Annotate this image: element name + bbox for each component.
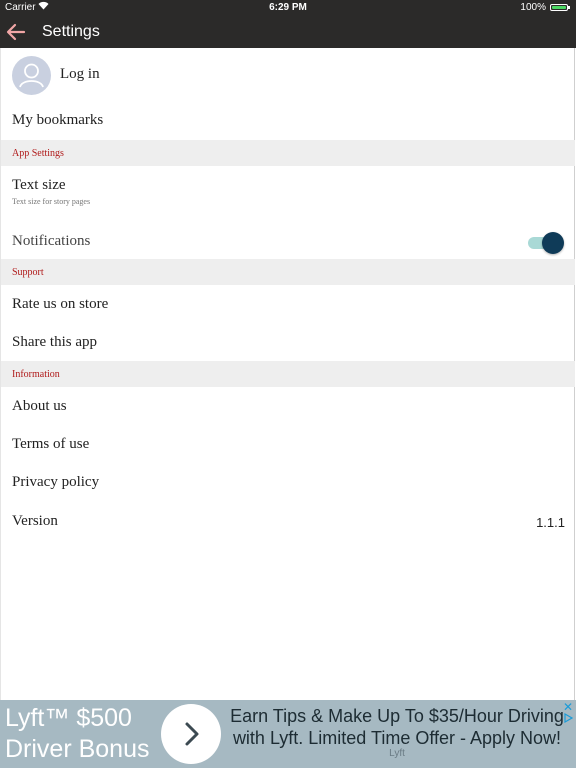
- ad-brand: Lyft™ $500 Driver Bonus: [5, 704, 150, 763]
- share-row[interactable]: Share this app: [1, 323, 575, 361]
- section-information: Information: [1, 361, 575, 387]
- arrow-left-icon: [6, 23, 26, 41]
- about-row[interactable]: About us: [1, 387, 575, 425]
- battery-icon: [550, 4, 570, 11]
- section-title: Support: [12, 267, 44, 278]
- rate-label: Rate us on store: [12, 296, 109, 312]
- settings-list: Log in My bookmarks App Settings Text si…: [0, 48, 575, 700]
- text-size-row[interactable]: Text size Text size for story pages: [1, 166, 575, 218]
- terms-label: Terms of use: [12, 436, 90, 452]
- notifications-toggle[interactable]: [526, 232, 566, 254]
- section-app-settings: App Settings: [1, 140, 575, 166]
- login-row[interactable]: Log in: [1, 48, 575, 102]
- privacy-row[interactable]: Privacy policy: [1, 463, 575, 501]
- status-time: 6:29 PM: [269, 2, 307, 13]
- adchoices-icon[interactable]: [563, 713, 573, 723]
- notifications-label: Notifications: [12, 233, 91, 249]
- text-size-label: Text size: [12, 177, 66, 193]
- section-support: Support: [1, 259, 575, 285]
- ad-banner[interactable]: Lyft™ $500 Driver Bonus Earn Tips & Make…: [0, 700, 576, 768]
- version-row: Version 1.1.1: [1, 501, 575, 539]
- section-title: App Settings: [12, 148, 64, 159]
- rate-row[interactable]: Rate us on store: [1, 285, 575, 323]
- share-label: Share this app: [12, 334, 97, 350]
- status-bar: Carrier 6:29 PM 100%: [0, 0, 576, 16]
- notifications-row: Notifications: [1, 223, 575, 259]
- section-title: Information: [12, 369, 60, 380]
- privacy-label: Privacy policy: [12, 474, 100, 490]
- ad-headline: Earn Tips & Make Up To $35/Hour Driving …: [230, 706, 564, 748]
- nav-bar: Settings: [0, 16, 576, 48]
- ad-advertiser: Lyft: [389, 748, 405, 759]
- bookmarks-row[interactable]: My bookmarks: [1, 102, 575, 140]
- version-value: 1.1.1: [536, 515, 565, 530]
- user-avatar-icon: [12, 56, 51, 95]
- page-title: Settings: [42, 23, 100, 40]
- about-label: About us: [12, 398, 67, 414]
- terms-row[interactable]: Terms of use: [1, 425, 575, 463]
- ad-open-button[interactable]: [161, 704, 221, 764]
- version-label: Version: [12, 513, 58, 529]
- bookmarks-label: My bookmarks: [12, 112, 104, 128]
- battery-percent: 100%: [520, 2, 546, 13]
- chevron-right-icon: [185, 722, 199, 746]
- text-size-subtitle: Text size for story pages: [12, 197, 91, 206]
- back-button[interactable]: [4, 20, 28, 44]
- close-icon[interactable]: ✕: [563, 700, 573, 714]
- login-label: Log in: [60, 66, 100, 82]
